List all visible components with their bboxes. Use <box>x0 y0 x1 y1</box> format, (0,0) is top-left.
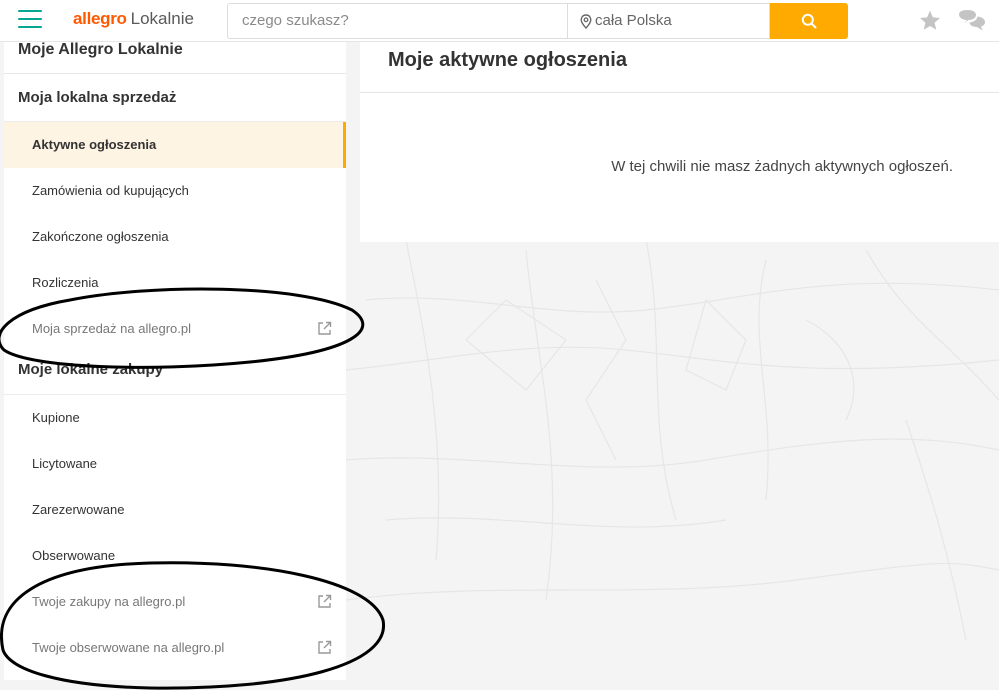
external-link-icon <box>318 321 332 335</box>
sidebar-item-settlements[interactable]: Rozliczenia <box>4 260 346 306</box>
location-value: cała Polska <box>595 12 672 29</box>
star-icon[interactable] <box>918 9 942 33</box>
location-select[interactable]: cała Polska <box>567 3 770 39</box>
sidebar-item-buyer-orders[interactable]: Zamówienia od kupujących <box>4 168 346 214</box>
menu-icon[interactable] <box>18 10 42 30</box>
sidebar-item-watched-allegro[interactable]: Twoje obserwowane na allegro.pl <box>4 625 346 671</box>
sidebar-item-label: Moja sprzedaż na allegro.pl <box>32 321 191 336</box>
location-pin-icon <box>580 13 592 29</box>
sidebar-item-bidding[interactable]: Licytowane <box>4 441 346 487</box>
sidebar-item-watched[interactable]: Obserwowane <box>4 533 346 579</box>
chat-icon[interactable] <box>958 9 986 33</box>
sidebar: Moje Allegro Lokalnie Moja lokalna sprze… <box>4 40 346 680</box>
sidebar-item-active-listings[interactable]: Aktywne ogłoszenia <box>4 122 346 168</box>
sidebar-item-bought[interactable]: Kupione <box>4 395 346 441</box>
logo[interactable]: allegro Lokalnie <box>73 9 194 29</box>
logo-subtitle: Lokalnie <box>130 9 194 28</box>
listings-card: Moje aktywne ogłoszenia W tej chwili nie… <box>360 40 999 242</box>
top-header: allegro Lokalnie czego szukasz? cała Pols… <box>0 0 999 42</box>
sidebar-item-my-sales-allegro[interactable]: Moja sprzedaż na allegro.pl <box>4 306 346 352</box>
search-icon <box>801 13 817 29</box>
page-title: Moje aktywne ogłoszenia <box>360 40 999 93</box>
section-title-sales: Moja lokalna sprzedaż <box>4 74 346 122</box>
section-title-purchases: Moje lokalne zakupy <box>4 352 346 395</box>
sidebar-item-label: Twoje zakupy na allegro.pl <box>32 594 186 609</box>
search-input[interactable]: czego szukasz? <box>227 3 567 39</box>
sidebar-item-reserved[interactable]: Zarezerwowane <box>4 487 346 533</box>
sidebar-item-label: Twoje obserwowane na allegro.pl <box>32 640 225 655</box>
external-link-icon <box>318 594 332 608</box>
external-link-icon <box>318 640 332 654</box>
empty-state-message: W tej chwili nie masz żadnych aktywnych … <box>611 158 953 175</box>
sidebar-item-ended-listings[interactable]: Zakończone ogłoszenia <box>4 214 346 260</box>
logo-brand: allegro <box>73 9 127 28</box>
search-button[interactable] <box>770 3 848 39</box>
sidebar-item-purchases-allegro[interactable]: Twoje zakupy na allegro.pl <box>4 579 346 625</box>
sidebar-title: Moje Allegro Lokalnie <box>4 40 346 74</box>
